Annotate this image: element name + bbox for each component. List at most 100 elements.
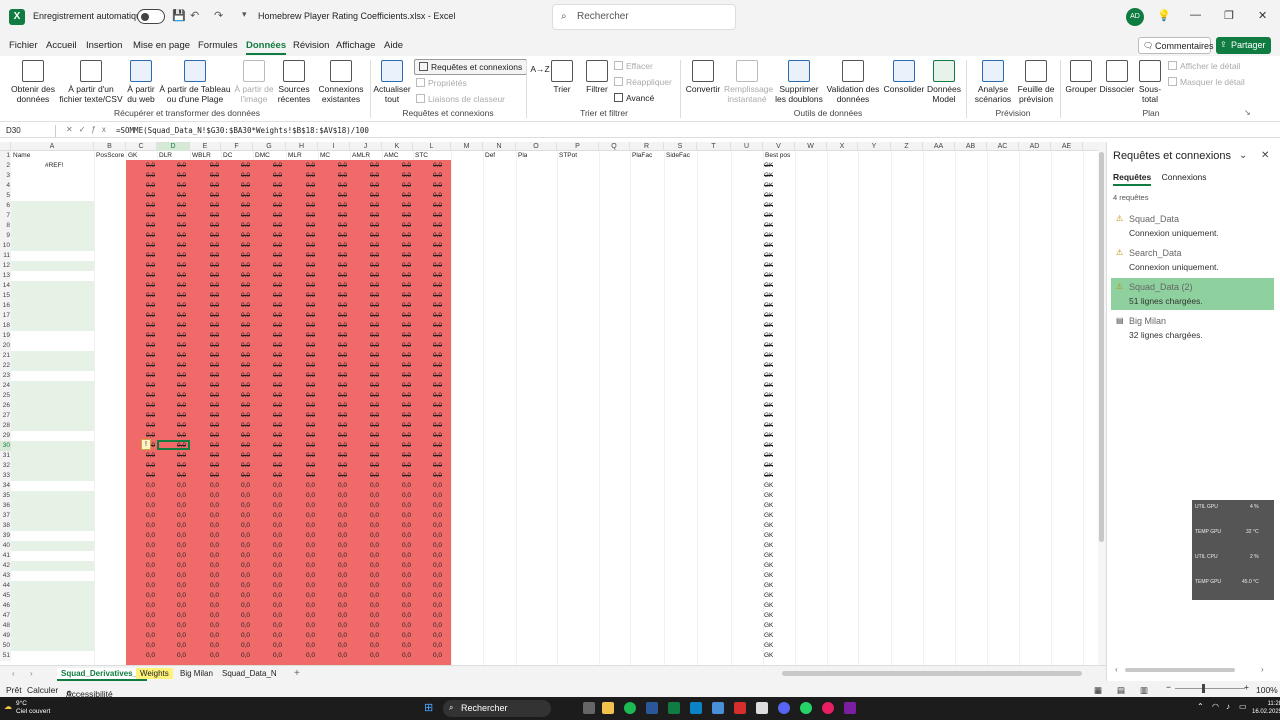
value-cell[interactable]: 0,0 [306, 401, 315, 411]
value-cell[interactable]: 0,0 [177, 651, 186, 661]
value-cell[interactable]: 0,0 [370, 261, 379, 271]
header-cell-o[interactable]: Pla [518, 151, 527, 161]
value-cell[interactable]: 0,0 [433, 281, 442, 291]
value-cell[interactable]: 0,0 [306, 451, 315, 461]
best-pos-cell[interactable]: GK [764, 651, 773, 661]
value-cell[interactable]: 0,0 [177, 501, 186, 511]
value-cell[interactable]: 0,0 [146, 371, 155, 381]
column-header-e[interactable]: E [190, 142, 221, 151]
value-cell[interactable]: 0,0 [402, 261, 411, 271]
value-cell[interactable]: 0,0 [241, 261, 250, 271]
column-header-j[interactable]: J [350, 142, 382, 151]
value-cell[interactable]: 0,0 [306, 531, 315, 541]
value-cell[interactable]: 0,0 [433, 231, 442, 241]
sheet-tab-weights[interactable]: Weights [136, 668, 173, 679]
value-cell[interactable]: 0,0 [273, 231, 282, 241]
value-cell[interactable]: 0,0 [370, 561, 379, 571]
value-cell[interactable]: 0,0 [402, 321, 411, 331]
value-cell[interactable]: 0,0 [338, 581, 347, 591]
row-header[interactable]: 10 [0, 241, 11, 251]
column-header-ac[interactable]: AC [987, 142, 1019, 151]
row-header[interactable]: 24 [0, 381, 11, 391]
value-cell[interactable]: 0,0 [146, 171, 155, 181]
value-cell[interactable]: 0,0 [241, 491, 250, 501]
header-cell-f[interactable]: DC [223, 151, 232, 161]
app-icon[interactable] [734, 702, 746, 714]
value-cell[interactable]: 0,0 [338, 651, 347, 661]
windows-start-icon[interactable]: ⊞ [424, 701, 433, 714]
comments-button[interactable]: 🗨 Commentaires [1138, 37, 1214, 54]
value-cell[interactable]: 0,0 [306, 411, 315, 421]
value-cell[interactable]: 0,0 [306, 381, 315, 391]
app-icon[interactable] [844, 702, 856, 714]
query-item[interactable]: ▤ Big Milan 32 lignes chargées. [1111, 312, 1274, 344]
value-cell[interactable]: 0,0 [241, 591, 250, 601]
best-pos-cell[interactable]: GK [764, 531, 773, 541]
value-cell[interactable]: 0,0 [210, 641, 219, 651]
value-cell[interactable]: 0,0 [370, 641, 379, 651]
column-header-aa[interactable]: AA [923, 142, 955, 151]
value-cell[interactable]: 0,0 [306, 501, 315, 511]
column-header-p[interactable]: P [557, 142, 599, 151]
ungroup-button[interactable]: Dissocier [1098, 60, 1136, 94]
value-cell[interactable]: 0,0 [146, 631, 155, 641]
column-header-i[interactable]: I [318, 142, 350, 151]
value-cell[interactable]: 0,0 [146, 291, 155, 301]
value-cell[interactable]: 0,0 [241, 581, 250, 591]
value-cell[interactable]: 0,0 [306, 191, 315, 201]
value-cell[interactable]: 0,0 [241, 341, 250, 351]
zoom-slider-thumb[interactable] [1202, 684, 1205, 693]
value-cell[interactable]: 0,0 [402, 411, 411, 421]
value-cell[interactable]: 0,0 [370, 631, 379, 641]
value-cell[interactable]: 0,0 [241, 361, 250, 371]
value-cell[interactable]: 0,0 [306, 241, 315, 251]
panel-close-icon[interactable]: ✕ [1261, 150, 1269, 161]
value-cell[interactable]: 0,0 [370, 221, 379, 231]
value-cell[interactable]: 0,0 [241, 221, 250, 231]
formula-input[interactable]: =SOMME(Squad_Data_N!$G30:$BA30*Weights!$… [116, 126, 369, 135]
dialog-launcher-icon[interactable]: ↘ [1244, 108, 1251, 117]
value-cell[interactable]: 0,0 [273, 281, 282, 291]
value-cell[interactable]: 0,0 [402, 421, 411, 431]
column-header-c[interactable]: C [126, 142, 157, 151]
best-pos-cell[interactable]: GK [764, 171, 773, 181]
value-cell[interactable]: 0,0 [177, 521, 186, 531]
value-cell[interactable]: 0,0 [433, 451, 442, 461]
ref-error-cell[interactable]: #REF! [45, 161, 63, 171]
value-cell[interactable]: 0,0 [402, 341, 411, 351]
from-image-button[interactable]: À partir de l'image [232, 60, 276, 104]
zoom-slider[interactable] [1175, 688, 1245, 689]
customize-qat-icon[interactable]: ▾ [242, 9, 247, 20]
value-cell[interactable]: 0,0 [306, 271, 315, 281]
value-cell[interactable]: 0,0 [273, 161, 282, 171]
value-cell[interactable]: 0,0 [210, 471, 219, 481]
value-cell[interactable]: 0,0 [241, 251, 250, 261]
from-table-button[interactable]: À partir de Tableau ou d'une Plage [157, 60, 233, 104]
value-cell[interactable]: 0,0 [210, 331, 219, 341]
value-cell[interactable]: 0,0 [146, 651, 155, 661]
autosave-toggle[interactable] [137, 9, 165, 24]
value-cell[interactable]: 0,0 [402, 431, 411, 441]
value-cell[interactable]: 0,0 [402, 251, 411, 261]
value-cell[interactable]: 0,0 [306, 441, 315, 451]
next-sheet-icon[interactable]: › [30, 669, 33, 678]
value-cell[interactable]: 0,0 [433, 201, 442, 211]
value-cell[interactable]: 0,0 [210, 631, 219, 641]
value-cell[interactable]: 0,0 [433, 411, 442, 421]
value-cell[interactable]: 0,0 [210, 411, 219, 421]
value-cell[interactable]: 0,0 [433, 181, 442, 191]
discord-icon[interactable] [778, 702, 790, 714]
value-cell[interactable]: 0,0 [210, 621, 219, 631]
value-cell[interactable]: 0,0 [146, 221, 155, 231]
value-cell[interactable]: 0,0 [273, 261, 282, 271]
value-cell[interactable]: 0,0 [306, 561, 315, 571]
value-cell[interactable]: 0,0 [146, 271, 155, 281]
zoom-out-icon[interactable]: − [1166, 682, 1171, 692]
value-cell[interactable]: 0,0 [306, 181, 315, 191]
value-cell[interactable]: 0,0 [146, 471, 155, 481]
value-cell[interactable]: 0,0 [210, 571, 219, 581]
existing-connections-button[interactable]: Connexions existantes [316, 60, 366, 104]
row-header[interactable]: 39 [0, 531, 11, 541]
query-item[interactable]: ⚠ Search_Data Connexion uniquement. [1111, 244, 1274, 276]
column-header-ae[interactable]: AE [1051, 142, 1083, 151]
